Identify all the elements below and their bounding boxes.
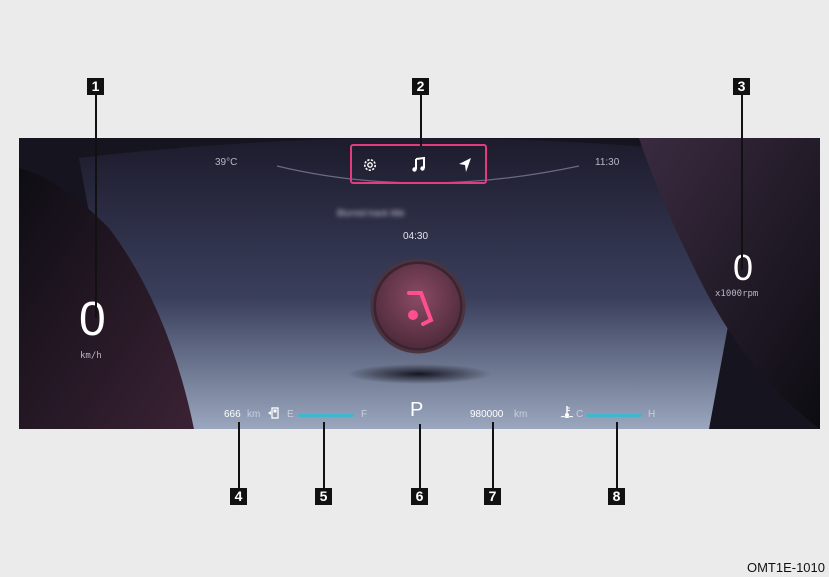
fuel-range-unit: km [247,409,261,420]
callout-4: 4 [230,488,247,505]
rpm-unit: x1000rpm [715,289,759,299]
rpm-value: 0 [733,247,754,288]
speed-unit: km/h [80,351,102,361]
clock: 11:30 [595,157,620,168]
coolant-hot-label: H [648,409,656,420]
callout-8: 8 [608,488,625,505]
shortcut-highlight [350,144,487,184]
callout-2: 2 [412,78,429,95]
track-title: Blurred track title [337,208,405,218]
callout-1: 1 [87,78,104,95]
fuel-range-value: 666 [224,409,241,420]
outside-temperature: 39°C [215,157,238,168]
callout-7: 7 [484,488,501,505]
callout-5: 5 [315,488,332,505]
fuel-empty-label: E [287,409,294,420]
speed-value: 0 [79,293,106,346]
fuel-pump-icon [267,406,281,420]
odometer-unit: km [514,409,528,420]
fuel-full-label: F [361,409,368,420]
instrument-cluster: 39°C 11:30 Blurred track title 04:30 0 k… [19,138,820,429]
figure-code: OMT1E-1010 [746,560,825,575]
coolant-temperature-icon [560,405,574,419]
fuel-level-bar [298,414,354,417]
coolant-level-bar [586,414,642,417]
callout-6: 6 [411,488,428,505]
odometer-value: 980000 [470,409,504,420]
gear-indicator: P [410,399,424,421]
coolant-cold-label: C [576,409,584,420]
track-elapsed-time: 04:30 [403,231,429,242]
callout-3: 3 [733,78,750,95]
